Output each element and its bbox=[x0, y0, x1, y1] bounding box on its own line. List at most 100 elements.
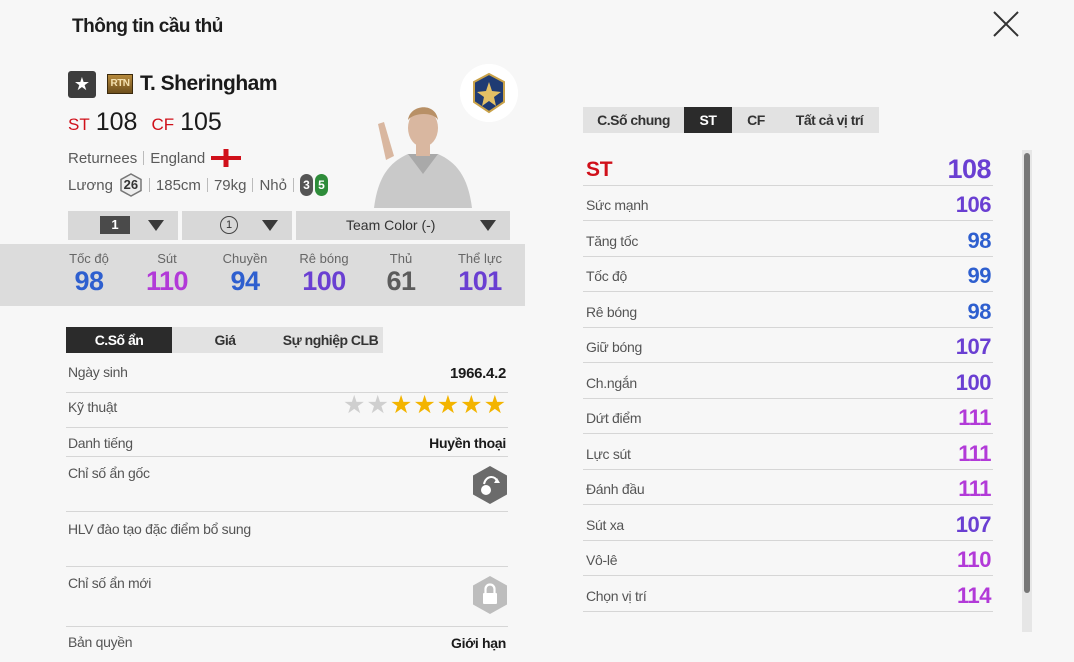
stat-label: Thể lực bbox=[457, 251, 503, 266]
close-icon[interactable] bbox=[990, 8, 1022, 40]
nation-name: England bbox=[150, 149, 206, 167]
attribute-label: Chọn vị trí bbox=[586, 587, 647, 604]
level-value: 1 bbox=[100, 216, 130, 234]
attribute-row: Giữ bóng 107 bbox=[583, 328, 993, 363]
detail-tabs: C.Số ẩn Giá Sự nghiệp CLB bbox=[66, 327, 383, 353]
star-empty-icon: ★ bbox=[366, 391, 389, 419]
tab-cf[interactable]: CF bbox=[732, 107, 780, 133]
upgrade-dropdown[interactable]: 1 bbox=[182, 211, 292, 240]
salary-badge: 26 bbox=[119, 173, 143, 197]
chevron-down-icon bbox=[262, 220, 278, 231]
chevron-down-icon bbox=[148, 220, 164, 231]
stat-value: 61 bbox=[386, 266, 416, 296]
attribute-row: Tốc độ 99 bbox=[583, 257, 993, 292]
license-value: Giới hạn bbox=[450, 635, 506, 651]
stat-passing: Chuyền 94 bbox=[210, 251, 280, 297]
attribute-row: Tăng tốc 98 bbox=[583, 222, 993, 257]
birth-row: Ngày sinh 1966.4.2 bbox=[66, 364, 508, 393]
stat-value: 101 bbox=[458, 266, 502, 296]
stat-value: 98 bbox=[74, 266, 104, 296]
reputation-label: Danh tiếng bbox=[68, 435, 133, 451]
attribute-label: Lực sút bbox=[586, 445, 631, 462]
birth-label: Ngày sinh bbox=[68, 364, 128, 380]
attribute-value: 110 bbox=[957, 547, 992, 572]
attribute-label: Dứt điểm bbox=[586, 410, 642, 426]
upgrade-value: 1 bbox=[220, 216, 238, 234]
attribute-value: 98 bbox=[967, 227, 992, 253]
stat-value: 100 bbox=[302, 266, 346, 296]
skill-label: Kỹ thuật bbox=[68, 399, 117, 415]
star-filled-icon: ★ bbox=[460, 391, 483, 419]
scrollbar-thumb[interactable] bbox=[1024, 153, 1030, 593]
attribute-value: 114 bbox=[957, 582, 992, 608]
attribute-row: Ch.ngắn 100 bbox=[583, 364, 993, 399]
salary-label: Lương bbox=[68, 176, 113, 194]
attribute-value: 111 bbox=[958, 405, 991, 430]
player-origin: Returnees England bbox=[68, 149, 242, 167]
attribute-value: 100 bbox=[955, 369, 992, 395]
foot-ratings: 3 5 bbox=[300, 174, 328, 196]
attribute-row: Dứt điểm 111 bbox=[583, 399, 993, 434]
tab-club-career[interactable]: Sự nghiệp CLB bbox=[278, 327, 383, 353]
reputation-row: Danh tiếng Huyền thoại bbox=[66, 435, 508, 457]
attribute-label: Ch.ngắn bbox=[586, 374, 637, 391]
trait-icon[interactable] bbox=[472, 465, 508, 505]
star-filled-icon: ★ bbox=[483, 391, 506, 419]
tab-price[interactable]: Giá bbox=[172, 327, 278, 353]
position-overall-row: ST 108 bbox=[583, 152, 993, 186]
attribute-row: Lực sút 111 bbox=[583, 435, 993, 470]
attribute-row: Sức mạnh 106 bbox=[583, 186, 993, 221]
tab-general-stats[interactable]: C.Số chung bbox=[583, 107, 684, 133]
skill-row: Kỹ thuật ★ ★ ★ ★ ★ ★ ★ bbox=[66, 393, 508, 428]
attribute-value: 111 bbox=[958, 476, 991, 501]
attribute-label: Tốc độ bbox=[586, 268, 627, 284]
position-tabs: C.Số chung ST CF Tất cả vị trí bbox=[583, 107, 879, 133]
player-name: T. Sheringham bbox=[140, 72, 278, 95]
tab-st[interactable]: ST bbox=[684, 107, 732, 133]
attribute-label: Sút xa bbox=[586, 516, 624, 533]
divider bbox=[252, 178, 254, 192]
star-filled-icon: ★ bbox=[436, 391, 460, 419]
divider bbox=[143, 151, 145, 165]
england-flag-icon bbox=[211, 149, 242, 167]
stat-shooting: Sút 110 bbox=[132, 251, 202, 297]
stat-label: Chuyền bbox=[222, 251, 268, 266]
attribute-row: Chọn vị trí 114 bbox=[583, 577, 993, 612]
attribute-value: 107 bbox=[955, 334, 992, 359]
attribute-value: 107 bbox=[955, 511, 992, 537]
stat-defending: Thủ 61 bbox=[366, 251, 436, 297]
attribute-label: Vô-lê bbox=[586, 552, 618, 568]
star-filled-icon: ★ bbox=[389, 391, 413, 419]
strong-foot-badge: 5 bbox=[315, 174, 328, 196]
divider bbox=[148, 178, 150, 192]
skill-stars: ★ ★ ★ ★ ★ ★ ★ bbox=[343, 393, 506, 418]
level-dropdown[interactable]: 1 bbox=[68, 211, 178, 240]
season-name: Returnees bbox=[68, 149, 138, 167]
lock-icon bbox=[473, 576, 507, 614]
attribute-row: Rê bóng 98 bbox=[583, 293, 993, 328]
weight: 79kg bbox=[213, 176, 247, 194]
position-rating: 105 bbox=[180, 108, 222, 136]
position-label: ST bbox=[68, 115, 90, 134]
license-row: Bản quyền Giới hạn bbox=[66, 634, 508, 662]
stat-physical: Thể lực 101 bbox=[445, 251, 515, 297]
summary-stats: Tốc độ 98 Sút 110 Chuyền 94 Rê bóng 100 … bbox=[0, 244, 525, 306]
player-physical: Lương 26 185cm 79kg Nhỏ 3 5 bbox=[68, 173, 328, 197]
salary-value: 26 bbox=[123, 177, 139, 192]
stat-label: Sút bbox=[157, 251, 177, 266]
tab-all-positions[interactable]: Tất cả vị trí bbox=[780, 107, 879, 133]
position-overall-value: 108 bbox=[947, 154, 991, 184]
stat-value: 94 bbox=[230, 266, 260, 296]
attribute-value: 106 bbox=[955, 192, 992, 217]
team-color-dropdown[interactable]: Team Color (-) bbox=[296, 211, 510, 240]
tab-hidden-stats[interactable]: C.Số ẩn bbox=[66, 327, 172, 353]
height: 185cm bbox=[155, 176, 201, 194]
divider bbox=[293, 178, 294, 192]
favorite-star-icon[interactable]: ★ bbox=[68, 71, 96, 98]
reputation-value: Huyền thoại bbox=[429, 435, 506, 451]
attribute-label: Đánh đầu bbox=[586, 481, 645, 497]
attribute-row: Vô-lê 110 bbox=[583, 541, 993, 576]
weak-foot-badge: 3 bbox=[300, 174, 313, 196]
attribute-label: Giữ bóng bbox=[586, 339, 643, 355]
divider bbox=[206, 178, 208, 192]
